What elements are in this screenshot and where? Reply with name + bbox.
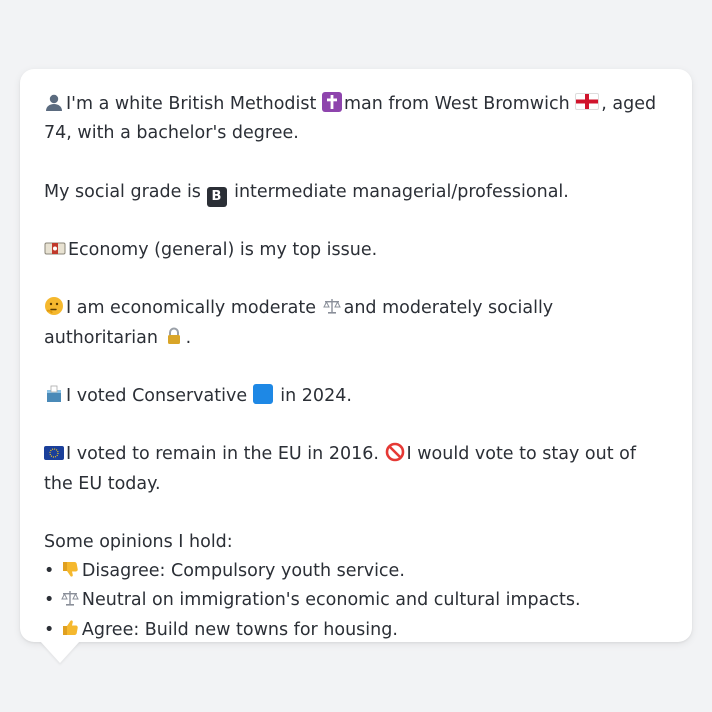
opinions-title: Some opinions I hold:: [44, 531, 233, 552]
list-item: • Agree: Build new towns for housing.: [44, 616, 668, 645]
identity-text-start: I'm a white British Methodist: [66, 94, 317, 114]
persona-card: I'm a white British Methodist man from W…: [20, 69, 692, 642]
balance-scale-icon: [322, 296, 342, 316]
bubble-tail: [40, 641, 80, 663]
vote-text-end: in 2024.: [280, 385, 352, 406]
identity-text-middle: man from West Bromwich: [343, 94, 570, 114]
opinions-list: • Disagree: Compulsory youth service. • …: [44, 557, 668, 645]
opinion-text: Neutral on immigration's economic and cu…: [81, 590, 581, 611]
opinion-text: Agree: Build new towns for housing.: [81, 619, 398, 640]
social-grade-paragraph: My social grade is B intermediate manage…: [44, 178, 668, 207]
balance-scale-icon: [60, 588, 80, 608]
identity-paragraph: I'm a white British Methodist man from W…: [44, 90, 668, 148]
bust-in-silhouette-icon: [44, 92, 64, 112]
thumbs-up-icon: [60, 618, 80, 638]
list-item: • Neutral on immigration's economic and …: [44, 586, 668, 615]
eu-flag-icon: [44, 446, 64, 461]
blue-square-icon: [252, 383, 273, 404]
latin-cross-icon: [321, 92, 342, 112]
england-flag-icon: [575, 93, 600, 110]
prohibited-icon: [385, 442, 405, 462]
eu-paragraph: I voted to remain in the EU in 2016. I w…: [44, 440, 668, 498]
ideology-paragraph: I am economically moderate and moderatel…: [44, 294, 668, 352]
bullet: •: [44, 590, 55, 611]
eu-text-start: I voted to remain in the EU in 2016.: [66, 444, 379, 465]
thumbs-down-icon: [60, 559, 80, 579]
money-icon: [44, 238, 66, 258]
top-issue-text: Economy (general) is my top issue.: [68, 239, 378, 260]
bullet: •: [44, 561, 55, 582]
ideology-text-start: I am economically moderate: [66, 298, 317, 319]
ideology-text-end: .: [185, 327, 192, 348]
social-grade-text-start: My social grade is: [44, 181, 201, 202]
list-item: • Disagree: Compulsory youth service.: [44, 557, 668, 586]
bullet: •: [44, 619, 55, 640]
lock-icon: [164, 326, 184, 346]
ballot-box-icon: [44, 384, 64, 404]
b-button-icon: B: [206, 186, 227, 207]
social-grade-text-end: intermediate managerial/professional.: [234, 181, 569, 202]
vote-text-start: I voted Conservative: [66, 385, 248, 406]
thinking-face-icon: [44, 296, 64, 316]
top-issue-paragraph: Economy (general) is my top issue.: [44, 236, 668, 265]
vote-paragraph: I voted Conservative in 2024.: [44, 382, 668, 411]
opinion-text: Disagree: Compulsory youth service.: [81, 561, 405, 582]
